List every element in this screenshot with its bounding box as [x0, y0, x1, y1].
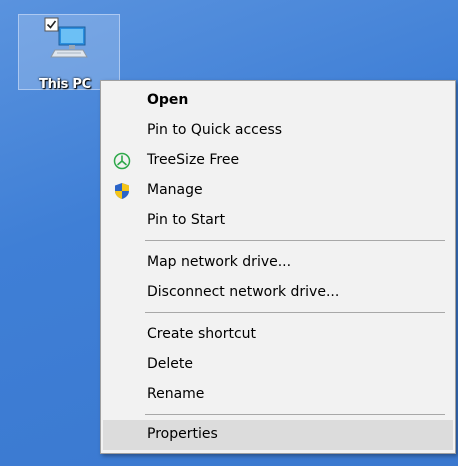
menu-item-delete[interactable]: Delete — [103, 350, 453, 380]
menu-item-label: Open — [147, 92, 189, 108]
menu-item-map-network-drive[interactable]: Map network drive... — [103, 248, 453, 278]
menu-item-label: Rename — [147, 386, 205, 402]
menu-item-label: Map network drive... — [147, 254, 292, 270]
menu-separator — [145, 312, 445, 313]
menu-item-properties[interactable]: Properties — [103, 420, 453, 450]
menu-item-label: Properties — [147, 426, 218, 442]
uac-shield-icon — [115, 183, 129, 199]
menu-item-manage[interactable]: Manage — [103, 176, 453, 206]
menu-item-treesize-free[interactable]: TreeSize Free — [103, 146, 453, 176]
menu-separator — [145, 240, 445, 241]
menu-separator — [145, 414, 445, 415]
menu-item-create-shortcut[interactable]: Create shortcut — [103, 320, 453, 350]
menu-item-pin-to-start[interactable]: Pin to Start — [103, 206, 453, 236]
menu-item-label: TreeSize Free — [147, 152, 240, 168]
menu-item-label: Pin to Start — [147, 212, 226, 228]
desktop-icon-this-pc[interactable]: This PC — [18, 14, 120, 92]
menu-item-open[interactable]: Open — [103, 86, 453, 116]
menu-item-pin-quick-access[interactable]: Pin to Quick access — [103, 116, 453, 146]
menu-item-label: Pin to Quick access — [147, 122, 283, 138]
menu-item-label: Delete — [147, 356, 193, 372]
menu-item-rename[interactable]: Rename — [103, 380, 453, 410]
menu-item-disconnect-network-drive[interactable]: Disconnect network drive... — [103, 278, 453, 308]
menu-item-label: Manage — [147, 182, 203, 198]
context-menu: Open Pin to Quick access TreeSize Free M… — [100, 80, 456, 454]
menu-item-label: Disconnect network drive... — [147, 284, 340, 300]
desktop-icon-label: This PC — [39, 77, 91, 92]
this-pc-icon — [44, 17, 88, 58]
treesize-icon — [113, 152, 131, 170]
menu-item-label: Create shortcut — [147, 326, 257, 342]
